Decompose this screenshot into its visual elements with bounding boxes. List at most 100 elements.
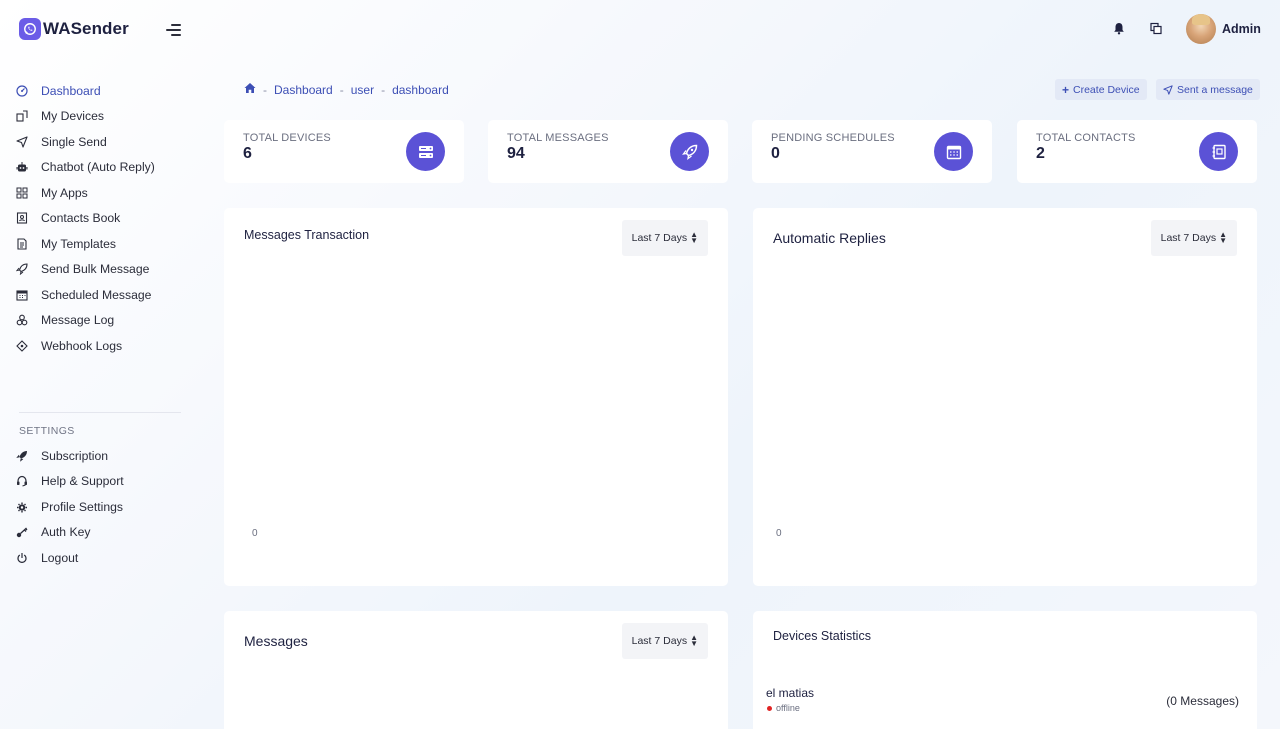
sidebar-item-contacts-book[interactable]: Contacts Book <box>15 206 190 232</box>
breadcrumb-item[interactable]: dashboard <box>392 83 449 97</box>
breadcrumb-separator: - <box>263 82 267 97</box>
sidebar-item-scheduled-message[interactable]: Scheduled Message <box>15 282 190 308</box>
sidebar-divider <box>19 412 181 413</box>
menu-toggle-icon[interactable] <box>166 24 182 36</box>
send-icon <box>1163 84 1173 95</box>
sidebar-item-label: Chatbot (Auto Reply) <box>41 160 155 175</box>
sidebar-item-label: My Devices <box>41 109 104 124</box>
gear-icon <box>15 500 29 514</box>
send-icon <box>15 135 29 149</box>
sidebar-item-label: Webhook Logs <box>41 338 123 353</box>
sidebar-item-chatbot[interactable]: Chatbot (Auto Reply) <box>15 155 190 181</box>
sidebar-item-label: Message Log <box>41 313 115 328</box>
key-icon <box>15 525 29 539</box>
rocket-icon <box>15 262 29 276</box>
webhook-icon <box>15 339 29 353</box>
sidebar-item-dashboard[interactable]: Dashboard <box>15 78 190 104</box>
sidebar-item-subscription[interactable]: Subscription <box>15 443 190 469</box>
contact-book-icon <box>1199 132 1238 171</box>
select-value: Last 7 Days <box>1160 232 1217 244</box>
stat-label: TOTAL MESSAGES <box>507 132 609 144</box>
stat-card-total-contacts: TOTAL CONTACTS 2 <box>1017 120 1257 183</box>
copy-icon[interactable] <box>1150 22 1162 35</box>
whatsapp-logo-icon <box>19 18 41 40</box>
sidebar-item-label: Single Send <box>41 134 107 149</box>
stat-card-pending-schedules: PENDING SCHEDULES 0 <box>752 120 992 183</box>
messages-transaction-panel: Messages Transaction Last 7 Days ▲ ▼ 0 <box>224 208 728 586</box>
stat-card-total-messages: TOTAL MESSAGES 94 <box>488 120 728 183</box>
sidebar: WASender Dashboard My Devices Single Sen… <box>0 0 200 729</box>
status-dot-icon <box>767 705 772 711</box>
sidebar-item-logout[interactable]: Logout <box>15 545 190 571</box>
sidebar-item-label: Send Bulk Message <box>41 262 150 277</box>
chart-zero-label: 0 <box>776 528 782 539</box>
date-range-select[interactable]: Last 7 Days ▲ ▼ <box>621 220 708 256</box>
sort-arrows-icon: ▲ ▼ <box>1219 230 1227 245</box>
send-message-button[interactable]: Sent a message <box>1156 79 1260 100</box>
sidebar-item-label: My Templates <box>41 236 116 251</box>
panel-title: Devices Statistics <box>773 629 871 643</box>
home-icon[interactable] <box>244 82 256 97</box>
sidebar-item-label: Logout <box>41 550 79 565</box>
sidebar-item-label: Subscription <box>41 448 109 463</box>
calendar-icon <box>934 132 973 171</box>
panel-title: Messages <box>244 633 308 649</box>
sidebar-item-help-support[interactable]: Help & Support <box>15 469 190 495</box>
sidebar-item-message-log[interactable]: Message Log <box>15 308 190 334</box>
stat-value: 2 <box>1036 145 1045 162</box>
sidebar-item-my-devices[interactable]: My Devices <box>15 104 190 130</box>
power-icon <box>15 551 29 565</box>
sidebar-item-webhook-logs[interactable]: Webhook Logs <box>15 333 190 359</box>
send-message-label: Sent a message <box>1177 83 1253 96</box>
select-value: Last 7 Days <box>631 232 688 244</box>
sidebar-item-label: Scheduled Message <box>41 287 152 302</box>
sidebar-item-send-bulk-message[interactable]: Send Bulk Message <box>15 257 190 283</box>
sidebar-item-label: Profile Settings <box>41 499 123 514</box>
list-item[interactable]: el matias offline (0 Messages) <box>766 686 1239 713</box>
sidebar-item-label: Contacts Book <box>41 211 121 226</box>
sidebar-item-single-send[interactable]: Single Send <box>15 129 190 155</box>
create-device-label: Create Device <box>1073 83 1140 96</box>
stat-value: 6 <box>243 145 252 162</box>
stat-label: TOTAL DEVICES <box>243 132 331 144</box>
calendar-icon <box>15 288 29 302</box>
settings-nav: Subscription Help & Support Profile Sett… <box>15 443 190 571</box>
user-name[interactable]: Admin <box>1222 22 1261 36</box>
select-value: Last 7 Days <box>631 635 688 647</box>
sort-arrows-icon: ▲ ▼ <box>690 633 698 648</box>
device-message-count: (0 Messages) <box>1166 694 1239 708</box>
panel-title: Automatic Replies <box>773 230 886 246</box>
date-range-select[interactable]: Last 7 Days ▲ ▼ <box>1150 220 1237 256</box>
sidebar-item-label: Auth Key <box>41 525 91 540</box>
apps-icon <box>15 186 29 200</box>
avatar[interactable] <box>1186 14 1216 44</box>
breadcrumb: - Dashboard - user - dashboard <box>244 82 449 97</box>
sidebar-item-label: Help & Support <box>41 474 124 489</box>
robot-icon <box>15 160 29 174</box>
date-range-select[interactable]: Last 7 Days ▲ ▼ <box>621 623 708 659</box>
log-icon <box>15 313 29 327</box>
rocket-icon <box>15 449 29 463</box>
panel-title: Messages Transaction <box>244 228 370 242</box>
sidebar-item-my-apps[interactable]: My Apps <box>15 180 190 206</box>
brand-name: WASender <box>43 19 129 38</box>
sidebar-item-auth-key[interactable]: Auth Key <box>15 520 190 546</box>
brand[interactable]: WASender <box>19 18 129 40</box>
stat-value: 0 <box>771 145 780 162</box>
breadcrumb-item[interactable]: Dashboard <box>274 83 333 97</box>
stat-value: 94 <box>507 145 525 162</box>
plus-icon: + <box>1062 82 1070 97</box>
create-device-button[interactable]: + Create Device <box>1055 79 1147 100</box>
dashboard-icon <box>15 84 29 98</box>
devices-statistics-panel: Devices Statistics el matias offline (0 … <box>753 611 1257 729</box>
stat-label: PENDING SCHEDULES <box>771 132 895 144</box>
bell-icon[interactable] <box>1113 22 1125 35</box>
headset-icon <box>15 474 29 488</box>
sidebar-item-my-templates[interactable]: My Templates <box>15 231 190 257</box>
template-icon <box>15 237 29 251</box>
sidebar-item-profile-settings[interactable]: Profile Settings <box>15 494 190 520</box>
breadcrumb-item[interactable]: user <box>351 83 374 97</box>
settings-heading: SETTINGS <box>19 425 75 437</box>
breadcrumb-separator: - <box>339 82 344 97</box>
messages-panel: Messages Last 7 Days ▲ ▼ <box>224 611 728 729</box>
